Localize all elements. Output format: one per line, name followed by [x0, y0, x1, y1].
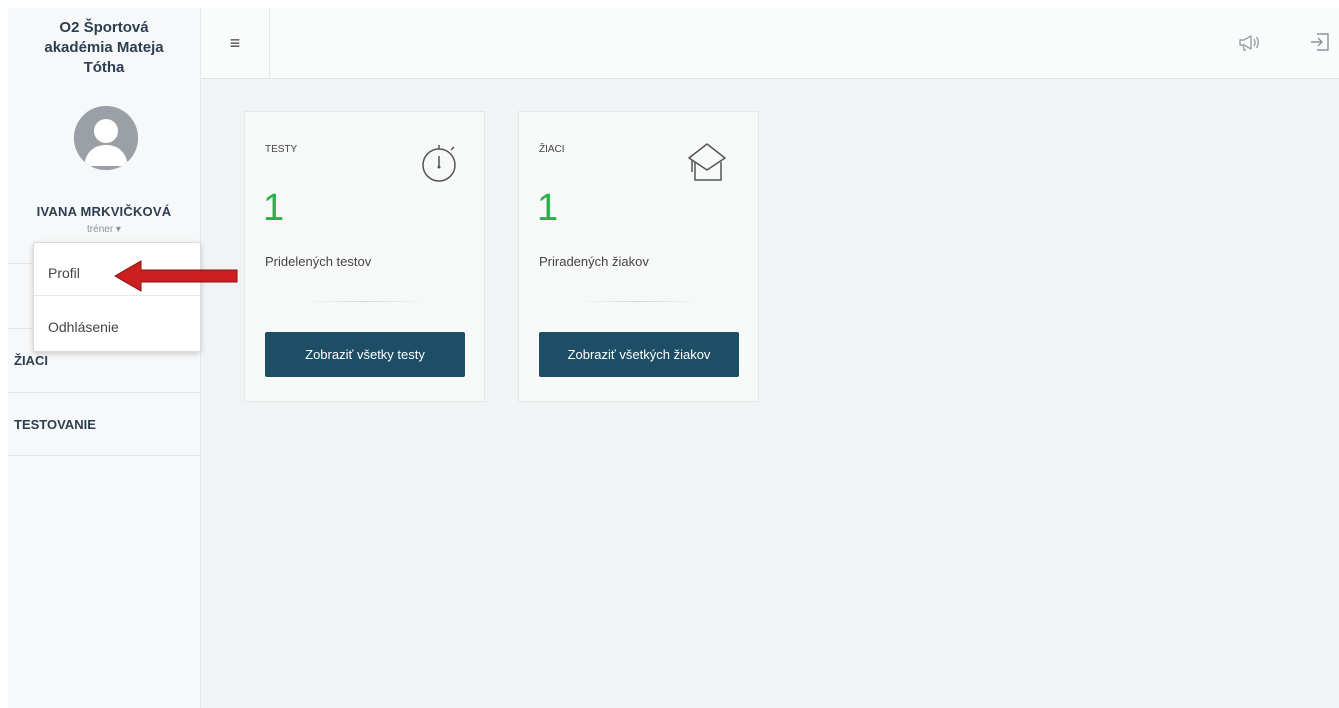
students-card: ŽIACI 1 Priradených žiakov Zobraziť všet… — [518, 111, 759, 402]
menu-item-label: Odhlásenie — [48, 319, 119, 335]
sidebar-item-label: ŽIACI — [14, 353, 48, 368]
user-role-toggle[interactable]: tréner ▾ — [8, 224, 200, 235]
brand-line: O2 Športová — [59, 19, 149, 36]
students-count: 1 — [537, 187, 559, 229]
card-title: ŽIACI — [539, 144, 565, 155]
card-divider — [579, 301, 699, 302]
menu-divider — [34, 295, 200, 296]
menu-item-odhlasenie[interactable]: Odhlásenie — [34, 305, 200, 349]
avatar[interactable] — [74, 106, 138, 170]
card-title: TESTY — [265, 144, 298, 155]
graduation-cap-icon — [688, 143, 726, 181]
sidebar-item-testovanie[interactable]: TESTOVANIE — [8, 392, 200, 456]
logout-icon[interactable] — [1308, 30, 1332, 54]
tests-card: TESTY 1 Pridelených testov Zobraziť všet… — [244, 111, 485, 402]
card-description: Pridelených testov — [265, 254, 372, 269]
hamburger-menu-button[interactable]: ≡ — [201, 8, 270, 78]
user-avatar-icon — [74, 106, 138, 170]
tests-count: 1 — [263, 187, 285, 229]
stopwatch-icon — [422, 145, 456, 182]
show-all-tests-button[interactable]: Zobraziť všetky testy — [265, 332, 465, 377]
menu-item-label: Profil — [48, 265, 80, 281]
card-divider — [305, 301, 425, 302]
brand-line: akadémia Mateja — [44, 39, 164, 56]
card-description: Priradených žiakov — [539, 254, 649, 269]
brand-title[interactable]: O2 Športová akadémia Mateja Tótha — [8, 8, 200, 78]
app: O2 Športová akadémia Mateja Tótha IVANA … — [8, 8, 1339, 708]
sidebar-item-label: TESTOVANIE — [14, 416, 96, 432]
show-all-students-button[interactable]: Zobraziť všetkých žiakov — [539, 332, 739, 377]
brand-line: Tótha — [83, 59, 125, 76]
hamburger-icon: ≡ — [229, 32, 241, 53]
topbar: ≡ — [201, 8, 1339, 79]
user-name: IVANA MRKVIČKOVÁ — [36, 204, 172, 219]
red-arrow-annotation — [113, 260, 238, 292]
sidebar: O2 Športová akadémia Mateja Tótha IVANA … — [8, 8, 201, 708]
megaphone-icon[interactable] — [1237, 30, 1261, 54]
